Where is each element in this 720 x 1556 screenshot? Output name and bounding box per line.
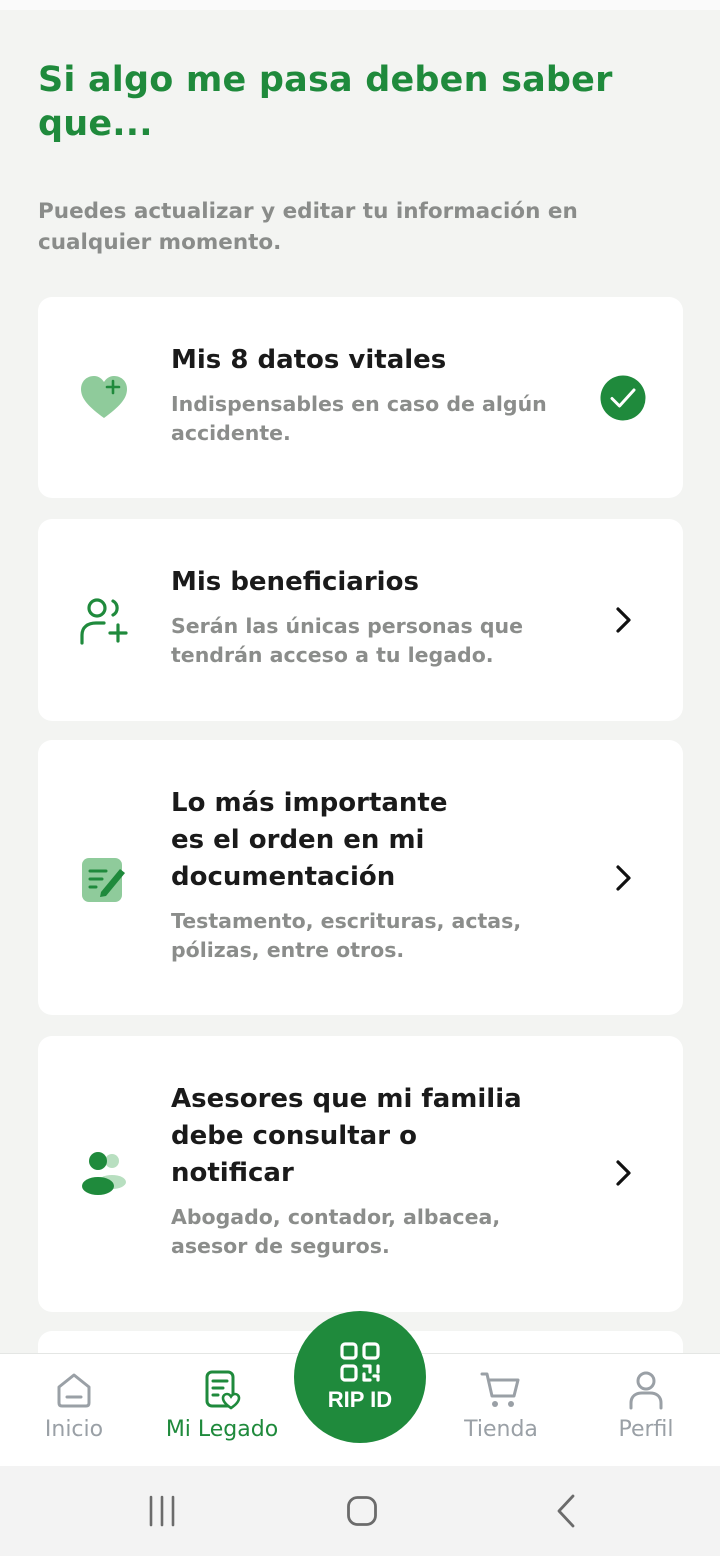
nav-label: Tienda [464, 1417, 538, 1442]
back-system-button[interactable] [536, 1466, 596, 1556]
profile-icon [624, 1368, 668, 1412]
page-title: Si algo me pasa deben saber que... [38, 60, 613, 144]
nav-item-tienda[interactable]: Tienda [456, 1354, 546, 1467]
nav-label: Inicio [44, 1417, 104, 1442]
advisors-icon [78, 1146, 130, 1198]
nav-item-inicio[interactable]: Inicio [28, 1354, 120, 1467]
card-text: Lo más importante es el orden en mi docu… [171, 785, 571, 965]
card-text: Asesores que mi familia debe consultar o… [171, 1081, 571, 1261]
card-beneficiaries[interactable]: Mis beneficiarios Serán las únicas perso… [38, 519, 683, 721]
status-bar [0, 0, 720, 10]
card-title: Mis 8 datos vitales [171, 345, 447, 375]
chevron-right-icon [616, 865, 631, 891]
home-square-icon [347, 1496, 377, 1526]
system-nav-bar [0, 1466, 720, 1556]
legacy-document-icon [200, 1368, 244, 1412]
page-subtitle: Puedes actualizar y editar tu informació… [38, 199, 578, 255]
card-title: Lo más importante es el orden en mi docu… [171, 788, 448, 892]
nav-label: Perfil [618, 1417, 674, 1442]
card-title: Asesores que mi familia debe consultar o… [171, 1084, 522, 1188]
card-description: Serán las únicas personas que tendrán ac… [171, 614, 523, 667]
card-title: Mis beneficiarios [171, 567, 419, 597]
screen: Si algo me pasa deben saber que... Puede… [0, 0, 720, 1556]
cart-icon [479, 1368, 523, 1412]
nav-label: Mi Legado [165, 1417, 279, 1442]
recent-apps-icon [149, 1495, 175, 1527]
rip-id-button[interactable]: RIP ID [294, 1311, 426, 1443]
card-text: Mis beneficiarios Serán las únicas perso… [171, 564, 591, 670]
back-arrow-icon [557, 1494, 575, 1528]
card-description: Testamento, escrituras, actas, pólizas, … [171, 909, 522, 962]
card-vital-data[interactable]: Mis 8 datos vitales Indispensables en ca… [38, 297, 683, 498]
card-description: Abogado, contador, albacea, asesor de se… [171, 1205, 501, 1258]
home-icon [52, 1368, 96, 1412]
heart-plus-icon [78, 371, 130, 423]
add-person-icon [78, 595, 130, 647]
nav-item-mi-legado[interactable]: Mi Legado [160, 1354, 284, 1467]
card-text: Mis 8 datos vitales Indispensables en ca… [171, 342, 591, 448]
card-description: Indispensables en caso de algún accident… [171, 392, 547, 445]
nav-item-perfil[interactable]: Perfil [606, 1354, 686, 1467]
chevron-right-icon [616, 1160, 631, 1186]
card-documentation[interactable]: Lo más importante es el orden en mi docu… [38, 740, 683, 1015]
card-advisors[interactable]: Asesores que mi familia debe consultar o… [38, 1036, 683, 1312]
chevron-right-icon [616, 607, 631, 633]
recent-apps-button[interactable] [132, 1466, 192, 1556]
document-edit-icon [78, 853, 130, 905]
completed-check-icon [600, 375, 646, 421]
qr-code-icon [340, 1342, 380, 1382]
home-system-button[interactable] [332, 1466, 392, 1556]
rip-id-label: RIP ID [327, 1387, 393, 1412]
